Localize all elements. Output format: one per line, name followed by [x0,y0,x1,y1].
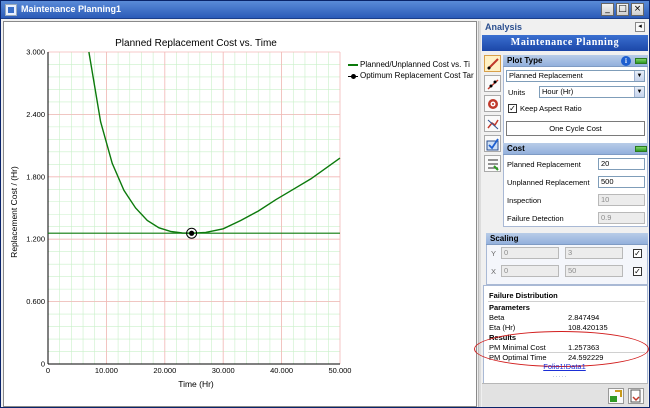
unplanned-replacement-input[interactable]: 500 [598,176,645,188]
legend-line-swatch [348,64,358,66]
failure-distribution-title: Failure Distribution [489,291,558,300]
x-tick-label: 20.000 [153,366,176,375]
plot-type-body: Planned Replacement ▼ Units Hour (Hr) ▼ … [503,67,648,145]
cost-section-header[interactable]: Cost [503,143,648,155]
title-bar: Maintenance Planning1 _ □ × [1,1,649,19]
param-label: Beta [489,313,505,322]
failure-detection-label: Failure Detection [507,214,564,223]
folio-link[interactable]: Folio1!Data1 [482,362,647,371]
one-cycle-cost-button[interactable]: One Cycle Cost [506,121,645,136]
y-tick-label: 2.400 [26,110,45,119]
scaling-body: Y 0 3 ✓ X 0 50 ✓ [486,245,648,285]
chart-legend: Planned/Unplanned Cost vs. Ti Optimum Re… [346,60,478,90]
plot-type-section-header[interactable]: Plot Type i [503,55,648,67]
keep-aspect-checkbox[interactable]: ✓ [508,104,517,113]
plot-type-title: Plot Type [507,56,543,65]
y-tick-label: 0.600 [26,297,45,306]
x-min-input: 0 [501,265,559,277]
cost-body: Planned Replacement 20 Unplanned Replace… [503,155,648,227]
plot-type-value: Planned Replacement [509,71,583,80]
window-title: Maintenance Planning1 [21,4,122,14]
export-icon[interactable] [628,388,644,404]
bottom-toolbar [482,383,648,407]
chevron-down-icon: ▼ [634,71,644,81]
maximize-button[interactable]: □ [616,3,629,16]
list-icon[interactable] [484,155,501,172]
x-scale-label: X [491,267,497,276]
minimize-button[interactable]: _ [601,3,614,16]
transfer-icon[interactable] [608,388,624,404]
cost-curve [88,51,341,234]
trend-icon[interactable] [484,115,501,132]
legend-label: Optimum Replacement Cost Tar [360,71,474,80]
x-axis-label: Time (Hr) [178,379,214,389]
divider [488,301,645,302]
inspection-label: Inspection [507,196,542,205]
x-tick-label: 30.000 [212,366,235,375]
panel-header-label: Analysis [485,22,523,32]
chart-title: Planned Replacement Cost vs. Time [115,38,277,49]
units-select[interactable]: Hour (Hr) ▼ [539,86,645,98]
analysis-panel: Analysis ◂ Maintenance Planning Plot Typ… [474,21,649,407]
collapse-icon[interactable] [635,146,647,152]
resize-grip[interactable]: ..... [540,372,580,379]
y-min-input: 0 [501,247,559,259]
planned-replacement-input[interactable]: 20 [598,158,645,170]
failure-detection-input: 0.9 [598,212,645,224]
close-button[interactable]: × [631,3,644,16]
panel-header: Analysis ◂ [482,21,649,34]
y-axis-label: Replacement Cost / (Hr) [9,166,19,258]
cost-title: Cost [507,144,525,153]
collapse-icon[interactable] [635,58,647,64]
scaling-section-header[interactable]: Scaling [486,233,648,245]
x-tick-label: 0 [46,366,50,375]
plot-tool-strip [483,53,502,253]
x-max-input: 50 [565,265,623,277]
legend-dot-icon [351,74,356,79]
pin-icon[interactable]: ◂ [635,22,645,32]
plot-type-select[interactable]: Planned Replacement ▼ [506,70,645,82]
scaling-title: Scaling [490,234,519,243]
parameters-title: Parameters [489,303,530,312]
x-tick-label: 50.000 [329,366,352,375]
chart-pane: 0 10.000 20.000 30.000 40.000 50.000 0 0.600 1.2… [3,21,477,407]
scatter-plot-icon[interactable] [484,75,501,92]
y-tick-label: 1.800 [26,172,45,181]
planned-replacement-label: Planned Replacement [507,160,581,169]
y-max-input: 3 [565,247,623,259]
inspection-input: 10 [598,194,645,206]
y-tick-label: 0 [41,360,45,369]
keep-aspect-label: Keep Aspect Ratio [520,104,582,113]
y-tick-label: 3.000 [26,48,45,57]
line-plot-icon[interactable] [484,55,501,72]
units-value: Hour (Hr) [542,87,574,96]
target-icon[interactable] [484,95,501,112]
x-auto-checkbox[interactable]: ✓ [633,267,642,276]
param-label: Eta (Hr) [489,323,516,332]
app-icon [5,4,17,16]
param-value: 2.847494 [568,313,600,322]
y-auto-checkbox[interactable]: ✓ [633,249,642,258]
y-tick-label: 1.200 [26,235,45,244]
chevron-down-icon: ▼ [634,87,644,97]
units-label: Units [508,88,526,97]
app-window: Maintenance Planning1 _ □ × 0 10.000 20.00… [0,0,650,408]
unplanned-replacement-label: Unplanned Replacement [507,178,590,187]
x-tick-label: 10.000 [95,366,118,375]
legend-label: Planned/Unplanned Cost vs. Ti [360,60,470,69]
y-scale-label: Y [491,249,497,258]
optimum-target-point [189,230,195,236]
maintenance-planning-banner: Maintenance Planning [482,35,648,51]
check-chart-icon[interactable] [484,135,501,152]
x-tick-label: 40.000 [270,366,293,375]
info-icon[interactable]: i [621,56,631,66]
